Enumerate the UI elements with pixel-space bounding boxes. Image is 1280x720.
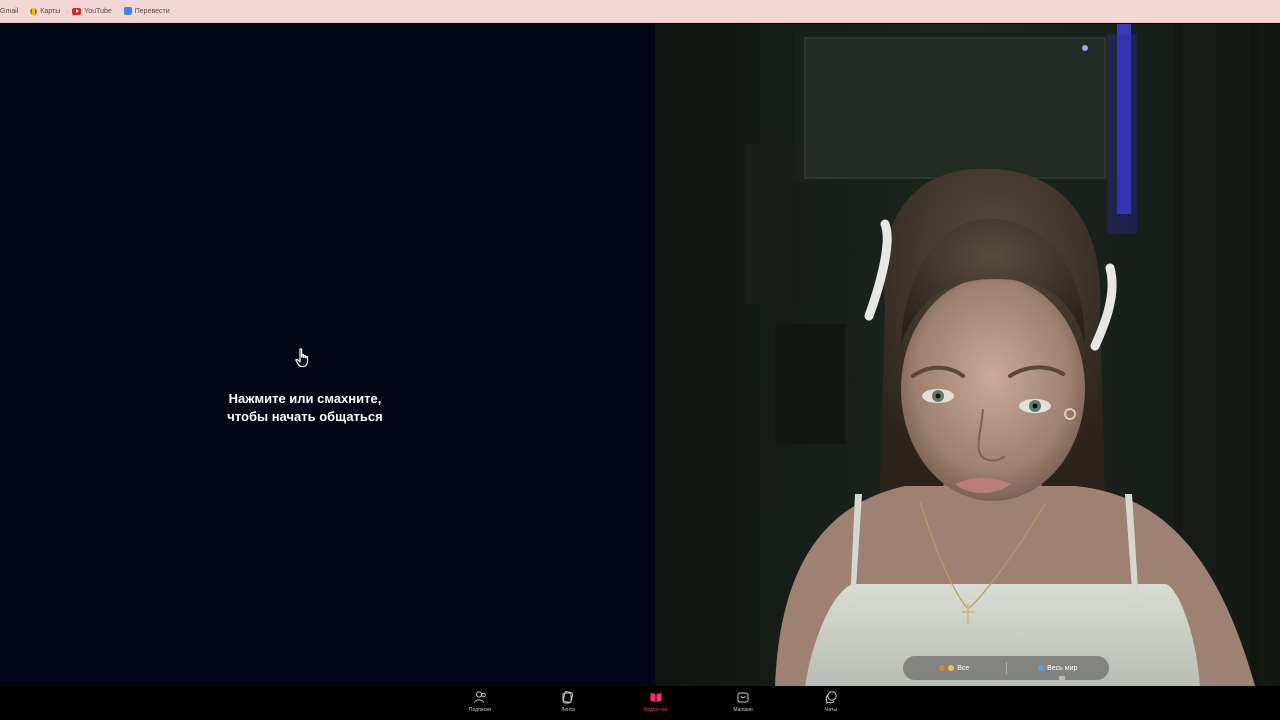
nav-feed[interactable]: Лента [538,690,598,713]
fire-emoji-icon [939,665,946,671]
bookmark-label: Перевести [134,7,170,15]
filter-all-button[interactable]: Все [903,656,1006,680]
nav-label: Видео-чат [644,707,668,713]
bookmark-translate[interactable]: Перевести [123,7,170,15]
region-selector: Все Весь мир [903,656,1109,680]
video-chat-icon [650,693,662,702]
translate-icon [123,7,132,15]
bookmark-maps[interactable]: Карты [28,6,61,16]
nav-subscriptions[interactable]: Подписки [450,690,510,713]
bookmark-youtube[interactable]: YouTube [72,7,112,15]
bookmarks-bar: Gmail Карты YouTube Перевести [0,0,1280,23]
prompt-line-2: чтобы начать общаться [227,409,383,424]
bookmark-label: Карты [40,7,61,15]
feed-icon [562,691,574,704]
bookmark-label: Gmail [0,7,19,15]
nav-label: Лента [561,707,575,713]
maps-icon [28,6,39,16]
filter-all-label: Все [957,664,970,672]
webcam-video: Все Весь мир [655,24,1280,686]
world-region-label: Весь мир [1047,664,1078,672]
video-frame [655,24,1280,686]
youtube-icon [72,7,82,15]
shop-icon [737,692,749,703]
bookmark-label: YouTube [84,7,112,15]
nav-video-chat[interactable]: Видео-чат [626,690,686,713]
nav-label: Магазин [733,707,753,713]
people-icon [474,691,486,703]
app-window: Gmail Карты YouTube Перевести Нажмите ил… [0,0,1280,720]
prompt-line-1: Нажмите или смахните, [228,391,382,406]
start-chat-prompt: Нажмите или смахните, чтобы начать общат… [170,390,440,426]
start-chat-pane[interactable]: Нажмите или смахните, чтобы начать общат… [0,24,655,686]
bookmark-gmail[interactable]: Gmail [0,8,18,15]
chats-icon [825,691,837,704]
smile-emoji-icon [948,665,955,671]
bottom-nav: Подписки Лента Видео-чат Магазин Чаты [0,686,1280,720]
nav-label: Подписки [468,707,492,713]
lock-icon [1059,676,1065,680]
nav-chats[interactable]: Чаты [801,690,861,713]
globe-icon [1038,665,1045,671]
hand-pointer-icon [295,348,309,368]
nav-shop[interactable]: Магазин [713,690,773,713]
nav-label: Чаты [825,707,837,713]
world-region-button[interactable]: Весь мир [1007,656,1110,680]
